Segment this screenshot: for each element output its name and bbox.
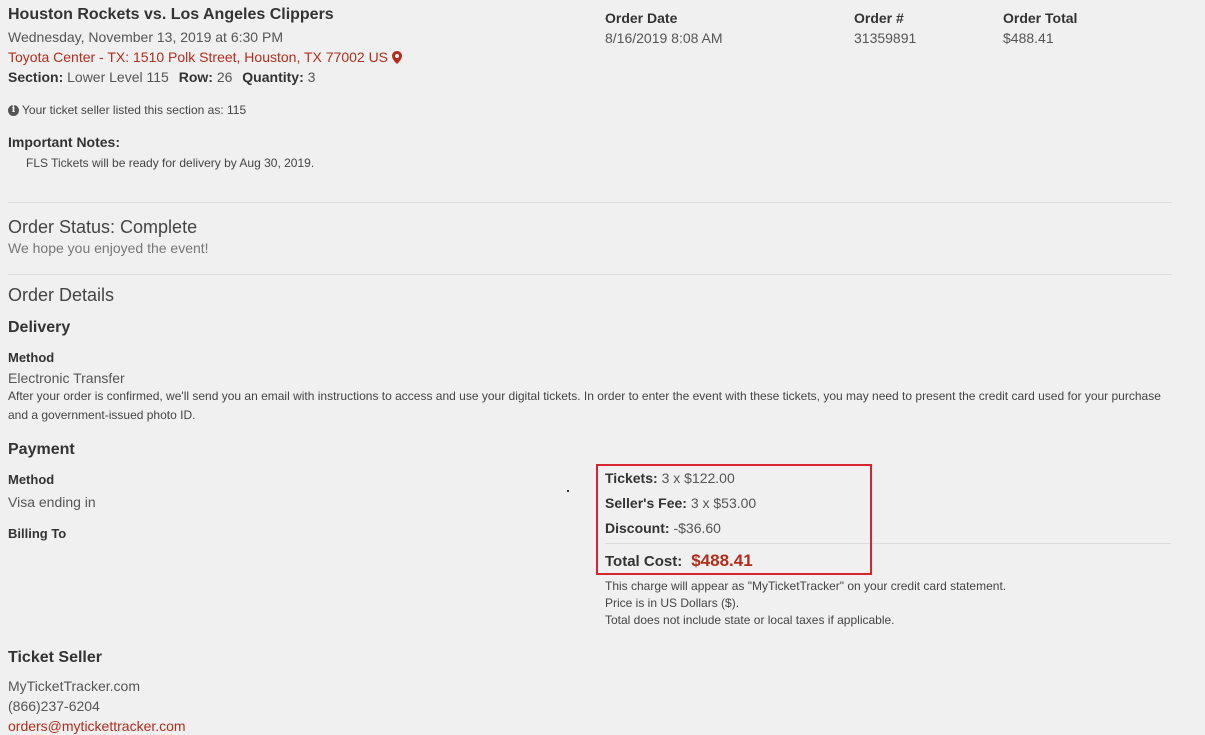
delivery-method-label: Method	[8, 350, 55, 365]
section-value: Lower Level 115	[67, 69, 169, 85]
row-label: Row:	[178, 69, 213, 85]
seller-email-line: orders@mytickettracker.com	[8, 718, 186, 734]
quantity-label: Quantity:	[242, 69, 304, 85]
charge-descriptor-note: This charge will appear as "MyTicketTrac…	[605, 579, 1007, 593]
venue-link[interactable]: Toyota Center - TX: 1510 Polk Street, Ho…	[8, 49, 403, 65]
seller-phone: (866)237-6204	[8, 698, 100, 714]
map-marker-icon[interactable]	[392, 50, 403, 64]
delivery-heading: Delivery	[8, 319, 71, 336]
divider	[8, 202, 1172, 203]
order-details-title: Order Details	[8, 285, 115, 305]
delivery-description: After your order is confirmed, we'll sen…	[8, 389, 1161, 422]
cost-highlight-box	[596, 464, 872, 575]
important-notes-heading: Important Notes:	[8, 134, 120, 150]
tax-note: Total does not include state or local ta…	[605, 613, 895, 627]
order-number-value: 31359891	[854, 30, 917, 46]
order-detail-page: Houston Rockets vs. Los Angeles Clippers…	[0, 0, 1205, 735]
row-value: 26	[216, 69, 233, 85]
seller-name: MyTicketTracker.com	[8, 678, 140, 694]
section-label: Section:	[8, 69, 64, 85]
venue-address[interactable]: Toyota Center - TX: 1510 Polk Street, Ho…	[8, 49, 388, 65]
order-status-title: Order Status: Complete	[8, 217, 198, 237]
event-date: Wednesday, November 13, 2019 at 6:30 PM	[8, 29, 283, 45]
billing-to-label: Billing To	[8, 526, 67, 541]
ticket-seller-heading: Ticket Seller	[8, 649, 102, 666]
delivery-method-value: Electronic Transfer	[8, 370, 125, 386]
order-total-value: $488.41	[1003, 30, 1054, 46]
order-number-label: Order #	[854, 10, 904, 26]
payment-method-value: Visa ending in	[8, 494, 96, 510]
info-circle-icon: i	[8, 104, 19, 116]
order-date-value: 8/16/2019 8:08 AM	[605, 30, 723, 46]
divider	[8, 274, 1172, 275]
seller-section-note: i Your ticket seller listed this section…	[8, 103, 246, 117]
order-date-label: Order Date	[605, 10, 678, 26]
payment-heading: Payment	[8, 441, 75, 458]
important-notes-text: FLS Tickets will be ready for delivery b…	[26, 156, 315, 170]
event-title: Houston Rockets vs. Los Angeles Clippers	[8, 6, 334, 23]
quantity-value: 3	[307, 69, 316, 85]
seller-note-text: Your ticket seller listed this section a…	[22, 103, 247, 117]
currency-note: Price is in US Dollars ($).	[605, 596, 740, 610]
stray-dot	[567, 490, 569, 492]
order-total-label: Order Total	[1003, 10, 1078, 26]
payment-method-label: Method	[8, 472, 55, 487]
seller-email-link[interactable]: orders@mytickettracker.com	[8, 718, 186, 734]
order-status-subtitle: We hope you enjoyed the event!	[8, 240, 209, 256]
seat-info: Section: Lower Level 115 Row: 26 Quantit…	[8, 69, 321, 85]
